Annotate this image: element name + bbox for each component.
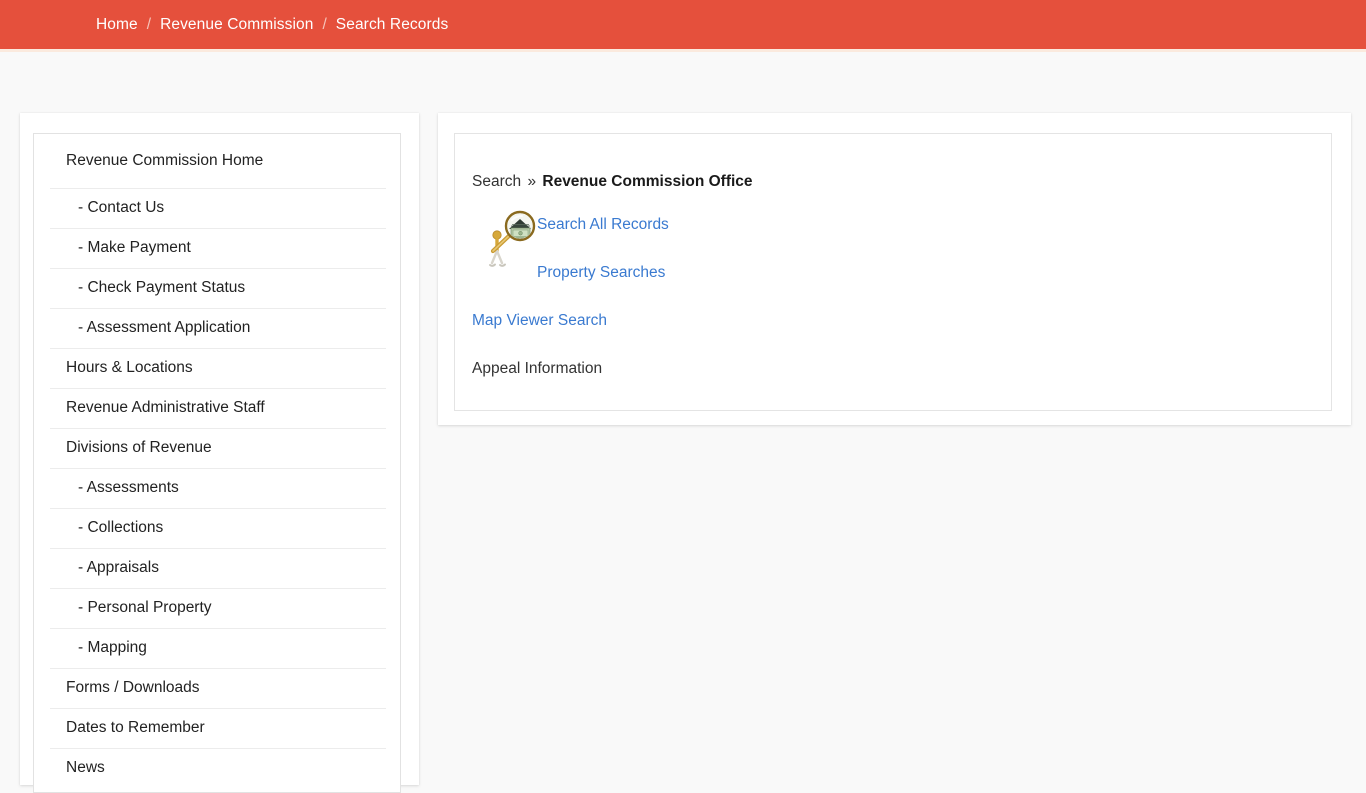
link-row-search-all-records: Search All Records <box>537 216 669 234</box>
breadcrumb-separator: / <box>322 15 327 33</box>
search-all-records-link[interactable]: Search All Records <box>537 216 669 233</box>
header-bar: Home / Revenue Commission / Search Recor… <box>0 0 1366 49</box>
sidebar-item-label: - Personal Property <box>78 599 212 616</box>
sidebar-item-check-payment-status[interactable]: - Check Payment Status <box>34 268 400 308</box>
sidebar-nav-list: Revenue Commission Home - Contact Us - Mak… <box>34 134 400 788</box>
sidebar-item-personal-property[interactable]: - Personal Property <box>34 588 400 628</box>
sidebar-item-appraisals[interactable]: - Appraisals <box>34 548 400 588</box>
page-title-prefix: Search <box>472 173 522 190</box>
sidebar-item-assessments[interactable]: - Assessments <box>34 468 400 508</box>
link-row-map-viewer-search: Map Viewer Search <box>472 312 607 330</box>
sidebar-item-label: News <box>66 759 105 776</box>
sidebar-item-label: - Appraisals <box>78 559 159 576</box>
sidebar-item-label: Divisions of Revenue <box>66 439 212 456</box>
sidebar-item-label: - Check Payment Status <box>78 279 246 296</box>
sidebar-item-mapping[interactable]: - Mapping <box>34 628 400 668</box>
sidebar-item-revenue-administrative-staff[interactable]: Revenue Administrative Staff <box>34 388 400 428</box>
breadcrumb-item-revenue-commission[interactable]: Revenue Commission <box>160 16 313 34</box>
sidebar-item-hours-locations[interactable]: Hours & Locations <box>34 348 400 388</box>
sidebar-item-label: Hours & Locations <box>66 359 193 376</box>
sidebar-item-contact-us[interactable]: - Contact Us <box>34 188 400 228</box>
sidebar-item-label: Forms / Downloads <box>66 679 200 696</box>
sidebar-item-label: - Mapping <box>78 639 147 656</box>
breadcrumb-item-search-records[interactable]: Search Records <box>336 16 449 34</box>
sidebar-item-label: - Collections <box>78 519 164 536</box>
header-underline <box>0 49 1366 52</box>
page-title-office: Revenue Commission Office <box>542 173 753 190</box>
sidebar-item-label: Dates to Remember <box>66 719 205 736</box>
main-content-panel: Search » Revenue Commission Office Searc… <box>438 113 1351 425</box>
page-title-chevron: » <box>527 173 537 190</box>
map-viewer-search-link[interactable]: Map Viewer Search <box>472 312 607 329</box>
sidebar-item-label: Revenue Administrative Staff <box>66 399 265 416</box>
breadcrumb-separator: / <box>146 15 152 33</box>
sidebar-item-label: - Make Payment <box>78 239 191 256</box>
sidebar-item-assessment-application[interactable]: - Assessment Application <box>34 308 400 348</box>
main-inner-box: Search » Revenue Commission Office Searc… <box>454 133 1332 411</box>
sidebar-panel: Revenue Commission Home - Contact Us - Mak… <box>20 113 419 793</box>
sidebar-item-label: - Assessments <box>78 479 179 496</box>
property-searches-link[interactable]: Property Searches <box>537 264 665 281</box>
appeal-information-text: Appeal Information <box>472 360 603 377</box>
sidebar-item-label: - Assessment Application <box>78 319 251 336</box>
sidebar-item-make-payment[interactable]: - Make Payment <box>34 228 400 268</box>
sidebar-item-divisions-of-revenue[interactable]: Divisions of Revenue <box>34 428 400 468</box>
page-title: Search » Revenue Commission Office <box>472 173 753 191</box>
sidebar-item-forms-downloads[interactable]: Forms / Downloads <box>34 668 400 708</box>
breadcrumb-item-home[interactable]: Home <box>96 16 138 34</box>
breadcrumb: Home / Revenue Commission / Search Recor… <box>96 0 448 49</box>
sidebar-item-collections[interactable]: - Collections <box>34 508 400 548</box>
magnifying-glass-money-icon <box>485 209 541 271</box>
sidebar-item-label: - Contact Us <box>78 199 165 216</box>
sidebar-item-news[interactable]: News <box>34 748 400 788</box>
sidebar-item-label: Revenue Commission Home <box>66 152 264 169</box>
sidebar-item-dates-to-remember[interactable]: Dates to Remember <box>34 708 400 748</box>
sidebar-item-revenue-commission-home[interactable]: Revenue Commission Home <box>34 134 400 188</box>
link-row-property-searches: Property Searches <box>537 264 665 282</box>
sidebar-inner-box: Revenue Commission Home - Contact Us - Mak… <box>33 133 401 793</box>
